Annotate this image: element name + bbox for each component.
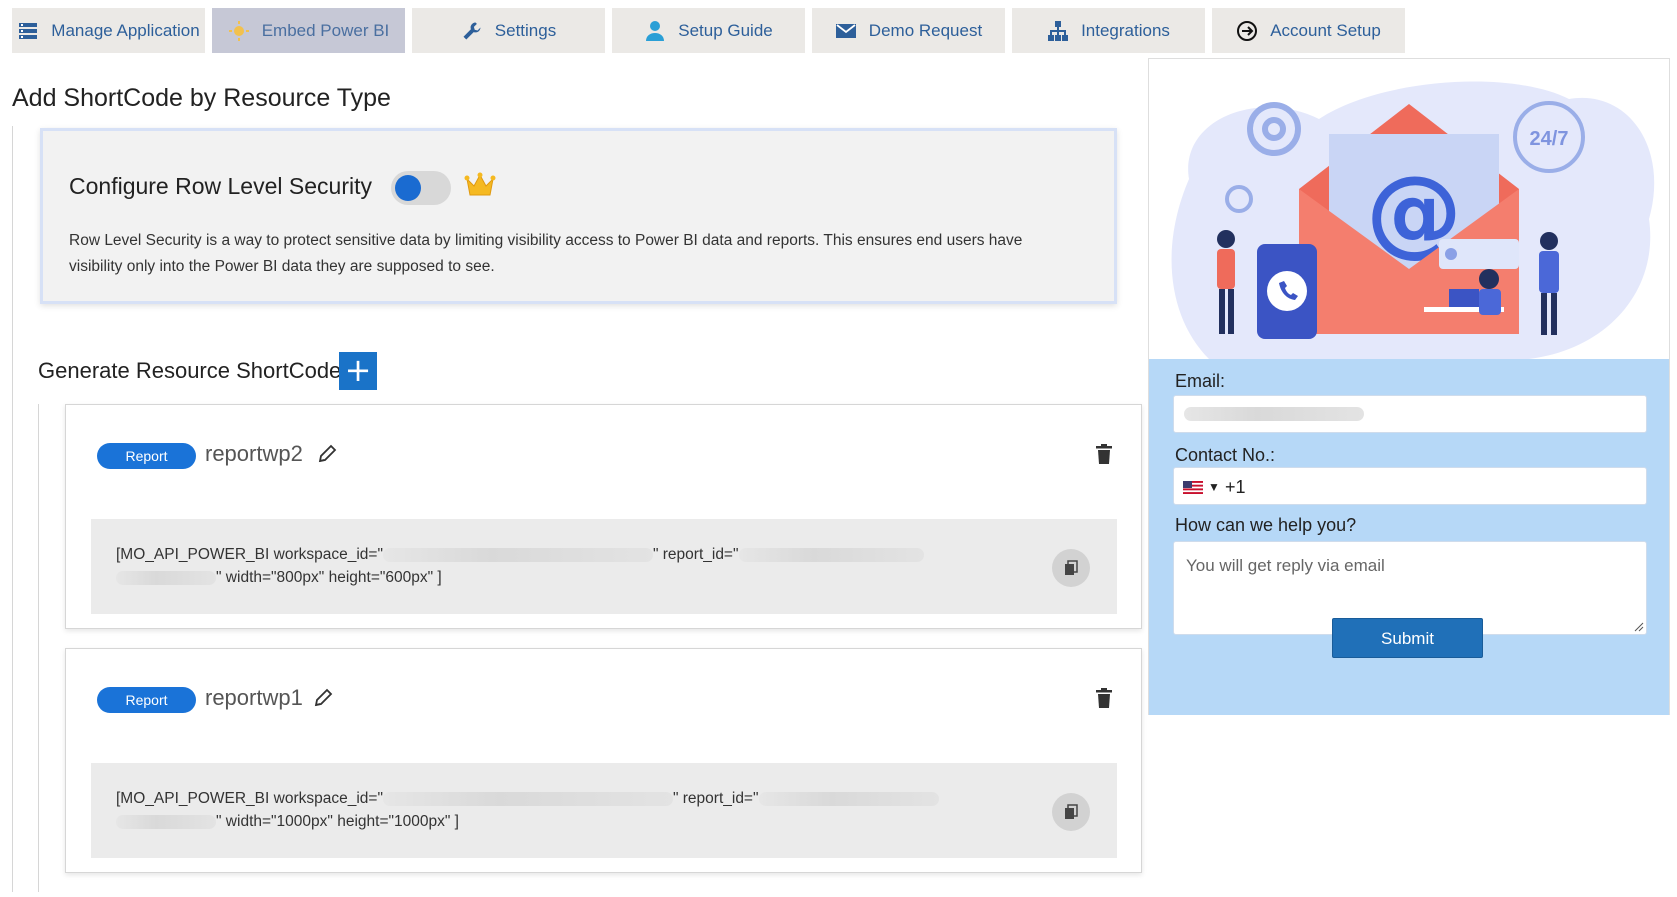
help-label: How can we help you? [1175,515,1357,535]
redacted-report-id-tail [116,570,216,585]
copy-button[interactable] [1052,549,1090,587]
resource-type-badge[interactable]: Report [97,443,196,469]
top-tab-bar: Manage Application Embed Power BI Settin… [12,8,1405,53]
wrench-icon [461,20,483,42]
code-prefix: [MO_API_POWER_BI workspace_id=" [116,790,383,807]
crown-icon [464,172,496,196]
shortcode-card: Report reportwp1 [MO_API_POWER_BI worksp… [65,648,1142,873]
trash-icon[interactable] [1094,443,1114,465]
tab-settings[interactable]: Settings [412,8,605,53]
tab-label: Manage Application [51,20,200,40]
tab-label: Integrations [1081,20,1170,40]
support-24-7-badge: 24/7 [1530,128,1569,150]
phone-field[interactable]: ▼ +1 [1173,467,1647,505]
tab-label: Embed Power BI [261,20,390,40]
tab-manage-application[interactable]: Manage Application [12,8,205,53]
tab-account-setup[interactable]: Account Setup [1212,8,1405,53]
email-field[interactable] [1173,395,1647,433]
tab-label: Setup Guide [678,20,773,40]
submit-button[interactable]: Submit [1332,618,1483,658]
redacted-report-id-tail [116,814,216,829]
pencil-icon[interactable] [316,443,338,465]
rls-description: Row Level Security is a way to protect s… [69,232,1023,275]
shortcode-code-box: [MO_API_POWER_BI workspace_id=" " report_… [91,519,1117,614]
toggle-knob [395,175,421,201]
email-label: Email: [1175,371,1226,391]
sun-icon [228,20,250,42]
code-dimensions: " width="800px" height="600px" ] [216,569,442,586]
redacted-report-id [758,791,939,806]
contact-form: Email: Contact No.: ▼ +1 How can we help… [1149,359,1669,715]
code-report-key: " report_id=" [672,790,759,807]
code-prefix: [MO_API_POWER_BI workspace_id=" [116,546,383,563]
tab-label: Demo Request [868,20,983,40]
resource-type-badge[interactable]: Report [97,687,196,713]
shortcode-list-divider [38,404,39,892]
pencil-icon[interactable] [312,687,334,709]
tab-setup-guide[interactable]: Setup Guide [612,8,805,53]
copy-button[interactable] [1052,793,1090,831]
section-divider [12,126,13,892]
add-shortcode-button[interactable]: + [339,352,377,390]
shortcode-text: [MO_API_POWER_BI workspace_id=" " report_… [116,787,996,833]
tab-integrations[interactable]: Integrations [1012,8,1205,53]
tab-demo-request[interactable]: Demo Request [812,8,1005,53]
shortcode-card: Report reportwp2 [MO_API_POWER_BI worksp… [65,404,1142,629]
code-dimensions: " width="1000px" height="1000px" ] [216,813,459,830]
contact-label: Contact No.: [1175,445,1276,465]
dial-code: +1 [1225,477,1246,497]
generate-shortcode-title: Generate Resource ShortCode [38,358,342,383]
copy-icon [1065,804,1078,819]
redacted-workspace-id [382,791,673,806]
shortcode-name: reportwp1 [205,685,303,710]
tab-label: Account Setup [1270,20,1381,40]
trash-icon[interactable] [1094,687,1114,709]
copy-icon [1065,560,1078,575]
envelope-icon [835,20,857,42]
list-icon [17,20,39,42]
redacted-email [1184,407,1364,421]
tab-embed-power-bi[interactable]: Embed Power BI [212,8,405,53]
help-placeholder: You will get reply via email [1186,556,1385,575]
shortcode-text: [MO_API_POWER_BI workspace_id=" " report_… [116,543,996,589]
contact-panel: 24/7 @ Email: Contact No.: ▼ +1 How can … [1148,58,1670,715]
us-flag-icon[interactable] [1183,481,1203,494]
rls-title: Configure Row Level Security [69,173,372,199]
sitemap-icon [1047,20,1069,42]
chevron-down-icon[interactable]: ▼ [1208,480,1220,494]
shortcode-code-box: [MO_API_POWER_BI workspace_id=" " report_… [91,763,1117,858]
rls-toggle[interactable] [391,171,451,205]
user-icon [644,20,666,42]
sign-in-icon [1236,20,1258,42]
redacted-workspace-id [382,547,653,562]
page-title: Add ShortCode by Resource Type [12,84,391,112]
code-report-key: " report_id=" [652,546,739,563]
redacted-report-id [738,547,924,562]
contact-illustration: 24/7 @ [1171,81,1655,359]
row-level-security-card: Configure Row Level Security Row Level S… [40,128,1117,304]
resize-handle-icon[interactable] [1634,622,1644,632]
tab-label: Settings [494,20,557,40]
shortcode-name: reportwp2 [205,441,303,466]
